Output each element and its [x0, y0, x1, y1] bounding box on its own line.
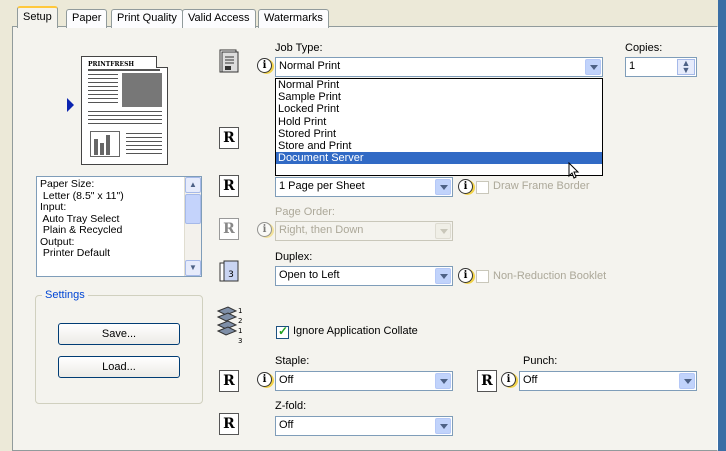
- dropdown-option[interactable]: Hold Print: [276, 116, 602, 128]
- r-icon: R: [219, 175, 239, 197]
- punch-info-icon[interactable]: i: [501, 372, 516, 387]
- job-type-info-icon[interactable]: i: [257, 58, 272, 73]
- duplex-icon: 3: [218, 259, 240, 282]
- ignore-collate-label: Ignore Application Collate: [293, 325, 418, 337]
- preview-masthead: PRINTFRESH: [88, 61, 135, 68]
- spin-arrows-icon[interactable]: ▲ ▼: [677, 59, 695, 75]
- svg-text:1: 1: [238, 327, 242, 335]
- duplex-value: Open to Left: [279, 269, 340, 281]
- scroll-down-icon[interactable]: ▼: [185, 260, 201, 276]
- punch-label: Punch:: [523, 355, 558, 367]
- collate-icon: 1 2 1 3: [216, 303, 242, 345]
- r-icon: R: [219, 413, 239, 435]
- chevron-down-icon[interactable]: [679, 373, 695, 389]
- tab-setup[interactable]: Setup: [17, 6, 58, 28]
- punch-value: Off: [523, 374, 538, 386]
- chevron-down-icon[interactable]: [435, 373, 451, 389]
- svg-text:3: 3: [228, 270, 234, 280]
- chevron-down-icon[interactable]: [435, 268, 451, 284]
- punch-select[interactable]: Off: [519, 371, 697, 391]
- dropdown-option[interactable]: Locked Print: [276, 103, 602, 115]
- duplex-info-icon[interactable]: i: [458, 268, 473, 283]
- chevron-down-icon: [435, 223, 451, 239]
- r-icon: R: [219, 218, 239, 240]
- zfold-select[interactable]: Off: [275, 416, 453, 436]
- draw-frame-border-checkbox[interactable]: [476, 181, 489, 194]
- copies-value: 1: [629, 60, 636, 72]
- list-item: Input:: [40, 201, 67, 213]
- job-type-value: Normal Print: [279, 60, 341, 72]
- r-icon: R: [477, 370, 497, 392]
- r-icon: R: [219, 127, 239, 149]
- chevron-down-icon[interactable]: [435, 179, 451, 195]
- pages-per-sheet-select[interactable]: 1 Page per Sheet: [275, 177, 453, 197]
- ignore-collate-checkbox[interactable]: [276, 324, 289, 339]
- staple-value: Off: [279, 374, 294, 386]
- settings-summary-list[interactable]: Paper Size: Letter (8.5" x 11") Input: A…: [36, 176, 202, 277]
- dropdown-option-highlighted[interactable]: Document Server: [276, 152, 602, 165]
- page-order-info-icon: i: [257, 222, 272, 237]
- chevron-down-icon[interactable]: [435, 418, 451, 434]
- duplex-label: Duplex:: [275, 251, 313, 263]
- desktop-edge: [718, 0, 726, 451]
- page-order-value: Right, then Down: [279, 224, 364, 236]
- dropdown-option[interactable]: Stored Print: [276, 128, 602, 140]
- scroll-thumb[interactable]: [185, 194, 201, 224]
- staple-select[interactable]: Off: [275, 371, 453, 391]
- pages-per-sheet-info-icon[interactable]: i: [458, 179, 473, 194]
- dropdown-option[interactable]: Store and Print: [276, 140, 602, 152]
- job-type-icon: [218, 48, 240, 73]
- scroll-up-icon[interactable]: ▲: [185, 177, 201, 193]
- staple-info-icon[interactable]: i: [257, 372, 272, 387]
- staple-label: Staple:: [275, 355, 310, 367]
- mouse-cursor-icon: [568, 161, 580, 183]
- window-background: [0, 0, 12, 451]
- save-button[interactable]: Save...: [58, 323, 180, 345]
- preview-pointer-icon: [67, 98, 74, 112]
- page-preview: PRINTFRESH: [81, 56, 168, 165]
- tab-print-quality[interactable]: Print Quality: [111, 9, 183, 28]
- non-reduction-booklet-checkbox[interactable]: [476, 270, 489, 283]
- zfold-label: Z-fold:: [275, 400, 307, 412]
- list-item: Plain & Recycled: [40, 224, 123, 236]
- pages-per-sheet-value: 1 Page per Sheet: [279, 180, 365, 192]
- load-button[interactable]: Load...: [58, 356, 180, 378]
- job-type-select[interactable]: Normal Print: [275, 57, 603, 77]
- non-reduction-booklet-label: Non-Reduction Booklet: [493, 270, 607, 282]
- job-type-dropdown[interactable]: Normal Print Sample Print Locked Print H…: [275, 78, 603, 176]
- settings-group-label: Settings: [42, 289, 88, 301]
- tab-watermarks[interactable]: Watermarks: [258, 9, 329, 28]
- r-icon: R: [219, 370, 239, 392]
- copies-label: Copies:: [625, 42, 663, 54]
- svg-text:1: 1: [238, 307, 242, 315]
- job-type-label: Job Type:: [275, 42, 323, 54]
- zfold-value: Off: [279, 419, 294, 431]
- vertical-scrollbar[interactable]: ▲ ▼: [184, 177, 201, 276]
- copies-stepper[interactable]: 1 ▲ ▼: [625, 57, 697, 77]
- svg-text:3: 3: [238, 337, 242, 345]
- page-order-label: Page Order:: [275, 206, 335, 218]
- tab-valid-access[interactable]: Valid Access: [182, 9, 256, 28]
- duplex-select[interactable]: Open to Left: [275, 266, 453, 286]
- dropdown-option[interactable]: Normal Print: [276, 79, 602, 91]
- list-item: Printer Default: [40, 247, 111, 259]
- page-order-select: Right, then Down: [275, 221, 453, 241]
- settings-group: [35, 295, 203, 404]
- chevron-down-icon[interactable]: [585, 59, 601, 75]
- svg-text:2: 2: [238, 317, 242, 325]
- dropdown-option[interactable]: Sample Print: [276, 91, 602, 103]
- list-item: Paper Size:: [40, 178, 95, 190]
- tab-paper[interactable]: Paper: [66, 9, 108, 28]
